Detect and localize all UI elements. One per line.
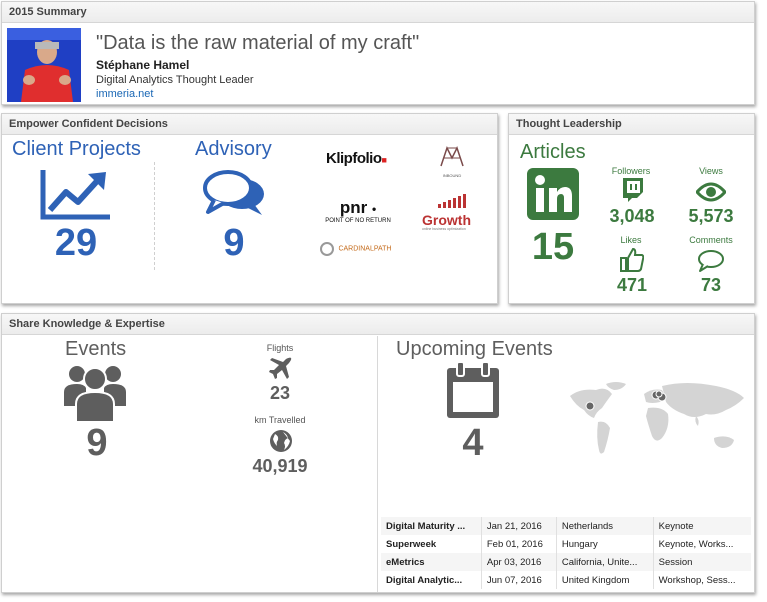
articles-label: Articles — [520, 141, 586, 163]
calendar-icon — [445, 360, 501, 425]
globe-icon — [269, 429, 293, 458]
table-row[interactable]: Digital Maturity ... Jan 21, 2016 Netherla… — [381, 517, 751, 535]
website-link[interactable]: immeria.net — [96, 88, 153, 100]
table-row[interactable]: Digital Analytic... Jun 07, 2016 United Ki… — [381, 571, 751, 589]
linkedin-icon — [527, 168, 579, 225]
event-name-cell: Superweek — [386, 538, 437, 550]
advisory-value: 9 — [223, 222, 245, 264]
events-value: 9 — [86, 422, 108, 464]
flights-label: Flights — [266, 343, 294, 353]
thumbs-up-icon — [620, 247, 645, 278]
comments-label: Comments — [689, 235, 733, 245]
pnr-logo: pnr • POINT OF NO RETURN — [325, 198, 391, 224]
table-row[interactable]: eMetrics Apr 03, 2016 California, Unite...… — [381, 553, 751, 571]
share-panel-title: Share Knowledge & Expertise — [2, 314, 754, 335]
event-place-cell: Netherlands — [555, 517, 654, 535]
decisions-panel-title: Empower Confident Decisions — [2, 114, 497, 135]
event-place-cell: United Kingdom — [555, 571, 654, 589]
events-label: Events — [65, 338, 127, 360]
summary-panel: 2015 Summary "Data is the raw material o… — [1, 1, 755, 105]
event-type-cell: Workshop, Sess... — [652, 571, 751, 589]
event-date-cell: Feb 01, 2016 — [480, 535, 557, 553]
event-name-cell: eMetrics — [386, 556, 425, 568]
event-place-cell: California, Unite... — [555, 553, 654, 571]
flights-value: 23 — [269, 383, 291, 403]
table-row[interactable]: Superweek Feb 01, 2016 Hungary Keynote, Wor… — [381, 535, 751, 553]
share-knowledge-panel: Share Knowledge & Expertise Events 9 Fli… — [1, 313, 755, 593]
person-role: Digital Analytics Thought Leader — [96, 74, 254, 86]
person-name: Stéphane Hamel — [96, 58, 190, 72]
views-value: 5,573 — [688, 206, 734, 226]
quote-text: "Data is the raw material of my craft" — [96, 32, 420, 54]
advisory-label: Advisory — [195, 138, 272, 160]
followers-label: Followers — [611, 166, 651, 176]
chat-bubbles-icon — [202, 168, 268, 223]
summary-panel-title: 2015 Summary — [2, 2, 754, 23]
decisions-panel: Empower Confident Decisions Client Proje… — [1, 113, 498, 304]
km-travelled-value: 40,919 — [252, 456, 308, 476]
event-place-cell: Hungary — [555, 535, 654, 553]
people-group-icon — [62, 362, 128, 429]
event-type-cell: Keynote, Works... — [652, 535, 751, 553]
articles-value: 15 — [531, 226, 575, 268]
world-map-icon — [566, 380, 751, 473]
profile-photo — [7, 28, 81, 102]
event-date-cell: Jun 07, 2016 — [480, 571, 557, 589]
likes-value: 471 — [616, 275, 648, 295]
growth-logo: Growth online business optimization — [422, 194, 482, 231]
trend-chart-icon — [40, 168, 112, 225]
inbound-logo: INBOUND — [432, 144, 472, 178]
event-type-cell: Keynote — [652, 517, 751, 535]
client-projects-value: 29 — [54, 222, 98, 264]
event-date-cell: Jan 21, 2016 — [480, 517, 557, 535]
twitch-icon — [621, 178, 643, 207]
upcoming-events-value: 4 — [462, 422, 484, 464]
thought-panel-title: Thought Leadership — [509, 114, 754, 135]
likes-label: Likes — [620, 235, 642, 245]
event-name-cell: Digital Analytic... — [386, 574, 463, 586]
section-divider — [377, 336, 378, 592]
cardinalpath-logo: CARDINALPATH — [320, 240, 391, 258]
divider — [154, 162, 155, 270]
client-projects-label: Client Projects — [12, 138, 141, 160]
comment-icon — [697, 249, 725, 278]
upcoming-events-label: Upcoming Events — [396, 338, 553, 360]
event-name-cell: Digital Maturity ... — [386, 520, 466, 532]
followers-value: 3,048 — [609, 206, 655, 226]
airplane-icon — [269, 356, 293, 385]
comments-value: 73 — [700, 275, 722, 295]
klipfolio-logo: Klipfolio■ — [326, 150, 387, 167]
km-travelled-label: km Travelled — [254, 415, 306, 425]
eye-icon — [695, 182, 727, 207]
thought-leadership-panel: Thought Leadership Articles 15 Followers… — [508, 113, 755, 304]
upcoming-events-table: Digital Maturity ... Jan 21, 2016 Netherla… — [381, 517, 751, 589]
views-label: Views — [699, 166, 723, 176]
event-date-cell: Apr 03, 2016 — [480, 553, 557, 571]
event-type-cell: Session — [652, 553, 751, 571]
